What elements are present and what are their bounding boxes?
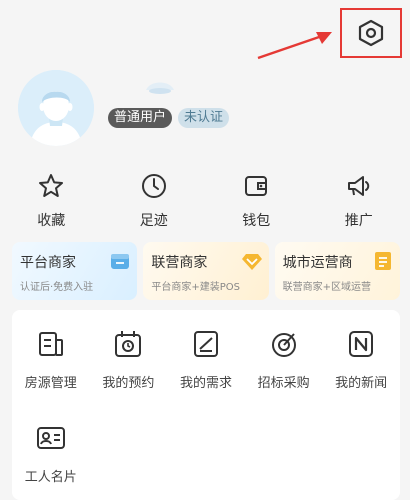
card-subtitle: 联营商家+区域运营: [282, 282, 372, 293]
platform-merchant-card[interactable]: 平台商家 认证后·免费入驻: [12, 242, 138, 300]
news-icon: [349, 331, 374, 357]
star-icon: [39, 174, 64, 197]
listing-icon: [38, 332, 63, 356]
services-panel: 房源管理 我的预约 我的需求 招标采购 我的新闻 工人名片: [12, 310, 400, 500]
wallet-icon: [245, 176, 268, 196]
document-icon: [374, 252, 391, 270]
card-subtitle: 平台商家+建装POS: [151, 282, 240, 293]
wallet-button[interactable]: 钱包: [205, 172, 308, 230]
megaphone-icon: [347, 176, 369, 196]
service-label: 房源管理: [24, 376, 77, 391]
bidding-procurement-button[interactable]: 招标采购: [245, 328, 323, 422]
service-label: 我的预约: [102, 376, 155, 391]
service-label: 我的需求: [179, 376, 232, 391]
my-news-button[interactable]: 我的新闻: [322, 328, 400, 422]
favorites-label: 收藏: [37, 213, 66, 229]
service-label: 我的新闻: [335, 376, 388, 391]
annotation-arrow: [257, 32, 332, 60]
clock-icon: [141, 174, 166, 198]
city-operator-card[interactable]: 城市运营商 联营商家+区域运营: [274, 242, 400, 300]
my-appointments-button[interactable]: 我的预约: [90, 328, 168, 422]
certification-badge[interactable]: 未认证: [178, 108, 230, 128]
settings-button[interactable]: [340, 8, 402, 58]
my-requests-button[interactable]: 我的需求: [167, 328, 245, 422]
wallet-label: 钱包: [242, 213, 271, 229]
edit-list-icon: [193, 331, 218, 357]
history-button[interactable]: 足迹: [103, 172, 206, 230]
joint-merchant-card[interactable]: 联营商家 平台商家+建装POS: [143, 242, 269, 300]
avatar[interactable]: [18, 70, 94, 146]
diamond-icon: [241, 254, 262, 270]
store-icon: [111, 254, 130, 269]
default-avatar-icon: [18, 70, 94, 146]
user-type-badge: 普通用户: [108, 108, 173, 128]
service-label: 招标采购: [257, 376, 310, 391]
listing-management-button[interactable]: 房源管理: [12, 328, 90, 422]
service-label: 工人名片: [24, 470, 77, 485]
id-card-icon: [36, 427, 65, 449]
history-label: 足迹: [139, 213, 168, 229]
card-subtitle: 认证后·免费入驻: [20, 282, 94, 293]
target-icon: [271, 333, 296, 357]
promotion-label: 推广: [344, 213, 373, 229]
favorites-button[interactable]: 收藏: [0, 172, 103, 230]
username-placeholder: [146, 82, 174, 94]
settings-icon: [358, 19, 384, 47]
promotion-button[interactable]: 推广: [308, 172, 410, 230]
calendar-icon: [115, 331, 142, 357]
worker-card-button[interactable]: 工人名片: [12, 422, 90, 500]
